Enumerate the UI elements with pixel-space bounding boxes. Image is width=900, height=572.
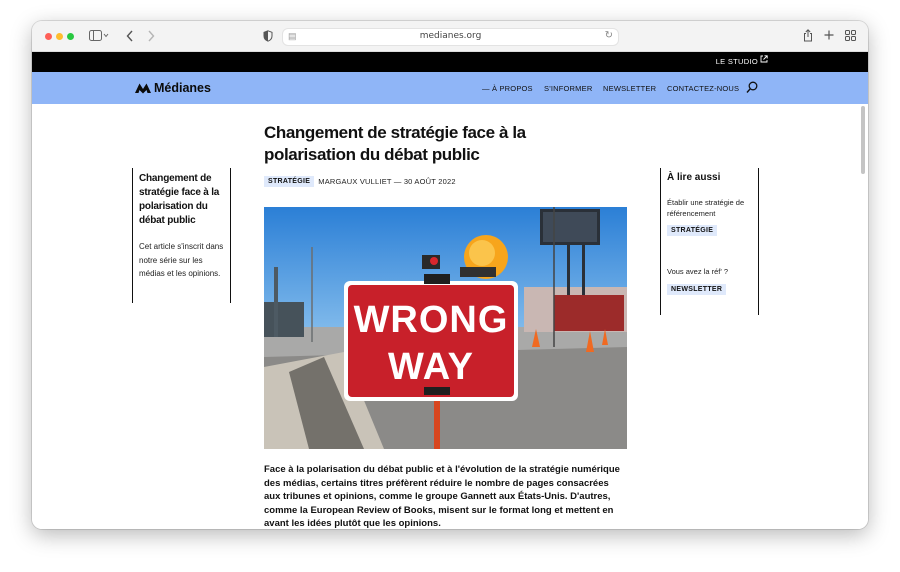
right-sidebar-related: À lire aussi Établir une stratégie de ré…: [660, 168, 759, 315]
related-item[interactable]: Vous avez la réf' ? NEWSLETTER: [667, 267, 752, 296]
share-icon[interactable]: [803, 29, 813, 42]
article-lede: Face à la polarisation du débat public e…: [264, 464, 620, 529]
left-sidebar: Changement de stratégie face à la polari…: [132, 168, 231, 303]
external-link-icon[interactable]: [760, 55, 768, 63]
le-studio-link[interactable]: LE STUDIO: [716, 57, 758, 66]
nav-item-newsletter[interactable]: NEWSLETTER: [603, 84, 656, 93]
nav-item-s-informer[interactable]: S'INFORMER: [544, 84, 592, 93]
shield-icon[interactable]: [263, 30, 273, 42]
sign-text-line2: WAY: [388, 346, 474, 388]
nav-item-a-propos[interactable]: — À PROPOS: [482, 84, 533, 93]
main-navigation: Médianes — À PROPOS S'INFORMER NEWSLETTE…: [32, 72, 868, 104]
category-tag[interactable]: STRATÉGIE: [264, 176, 315, 187]
medianes-logo-icon: [135, 83, 151, 94]
search-icon[interactable]: [746, 81, 758, 94]
page-content: Changement de stratégie face à la polari…: [32, 104, 868, 529]
related-item[interactable]: Établir une stratégie de référencement S…: [667, 198, 752, 237]
sidebar-series-note: Cet article s'inscrit dans notre série s…: [139, 242, 224, 278]
zoom-window-button[interactable]: [67, 33, 74, 40]
close-window-button[interactable]: [45, 33, 52, 40]
minimize-window-button[interactable]: [56, 33, 63, 40]
related-item-tag[interactable]: NEWSLETTER: [667, 283, 727, 295]
related-item-link[interactable]: Vous avez la réf' ?: [667, 267, 752, 278]
tab-overview-icon[interactable]: [845, 30, 856, 41]
forward-icon[interactable]: [147, 30, 155, 42]
article-byline: MARGAUX VULLIET — 30 AOÛT 2022: [318, 177, 456, 186]
sidebar-article-title: Changement de stratégie face à la polari…: [139, 173, 220, 226]
back-icon[interactable]: [126, 30, 134, 42]
site-logo[interactable]: Médianes: [135, 81, 211, 95]
scrollbar[interactable]: [861, 106, 865, 174]
top-black-bar: LE STUDIO: [32, 52, 868, 72]
nav-item-contactez-nous[interactable]: CONTACTEZ-NOUS: [667, 84, 739, 93]
address-bar[interactable]: ▤ medianes.org ↻: [282, 28, 619, 46]
sidebar-toggle-icon[interactable]: [89, 30, 109, 42]
new-tab-icon[interactable]: [824, 30, 834, 40]
sign-text-line1: WRONG: [354, 299, 509, 341]
browser-window: ▤ medianes.org ↻ LE STUDIO Médianes — À …: [32, 21, 868, 529]
browser-toolbar: ▤ medianes.org ↻: [32, 21, 868, 52]
article-meta: STRATÉGIE MARGAUX VULLIET — 30 AOÛT 2022: [264, 176, 456, 187]
related-heading: À lire aussi: [667, 172, 721, 183]
article-title: Changement de stratégie face à la polari…: [264, 123, 526, 164]
brand-name: Médianes: [154, 81, 211, 95]
related-item-link[interactable]: Établir une stratégie de référencement: [667, 198, 752, 219]
hero-image: WRONG WAY: [264, 207, 627, 449]
related-item-tag[interactable]: STRATÉGIE: [667, 225, 718, 236]
url-text: medianes.org: [419, 31, 482, 41]
reload-icon[interactable]: ↻: [605, 30, 613, 41]
